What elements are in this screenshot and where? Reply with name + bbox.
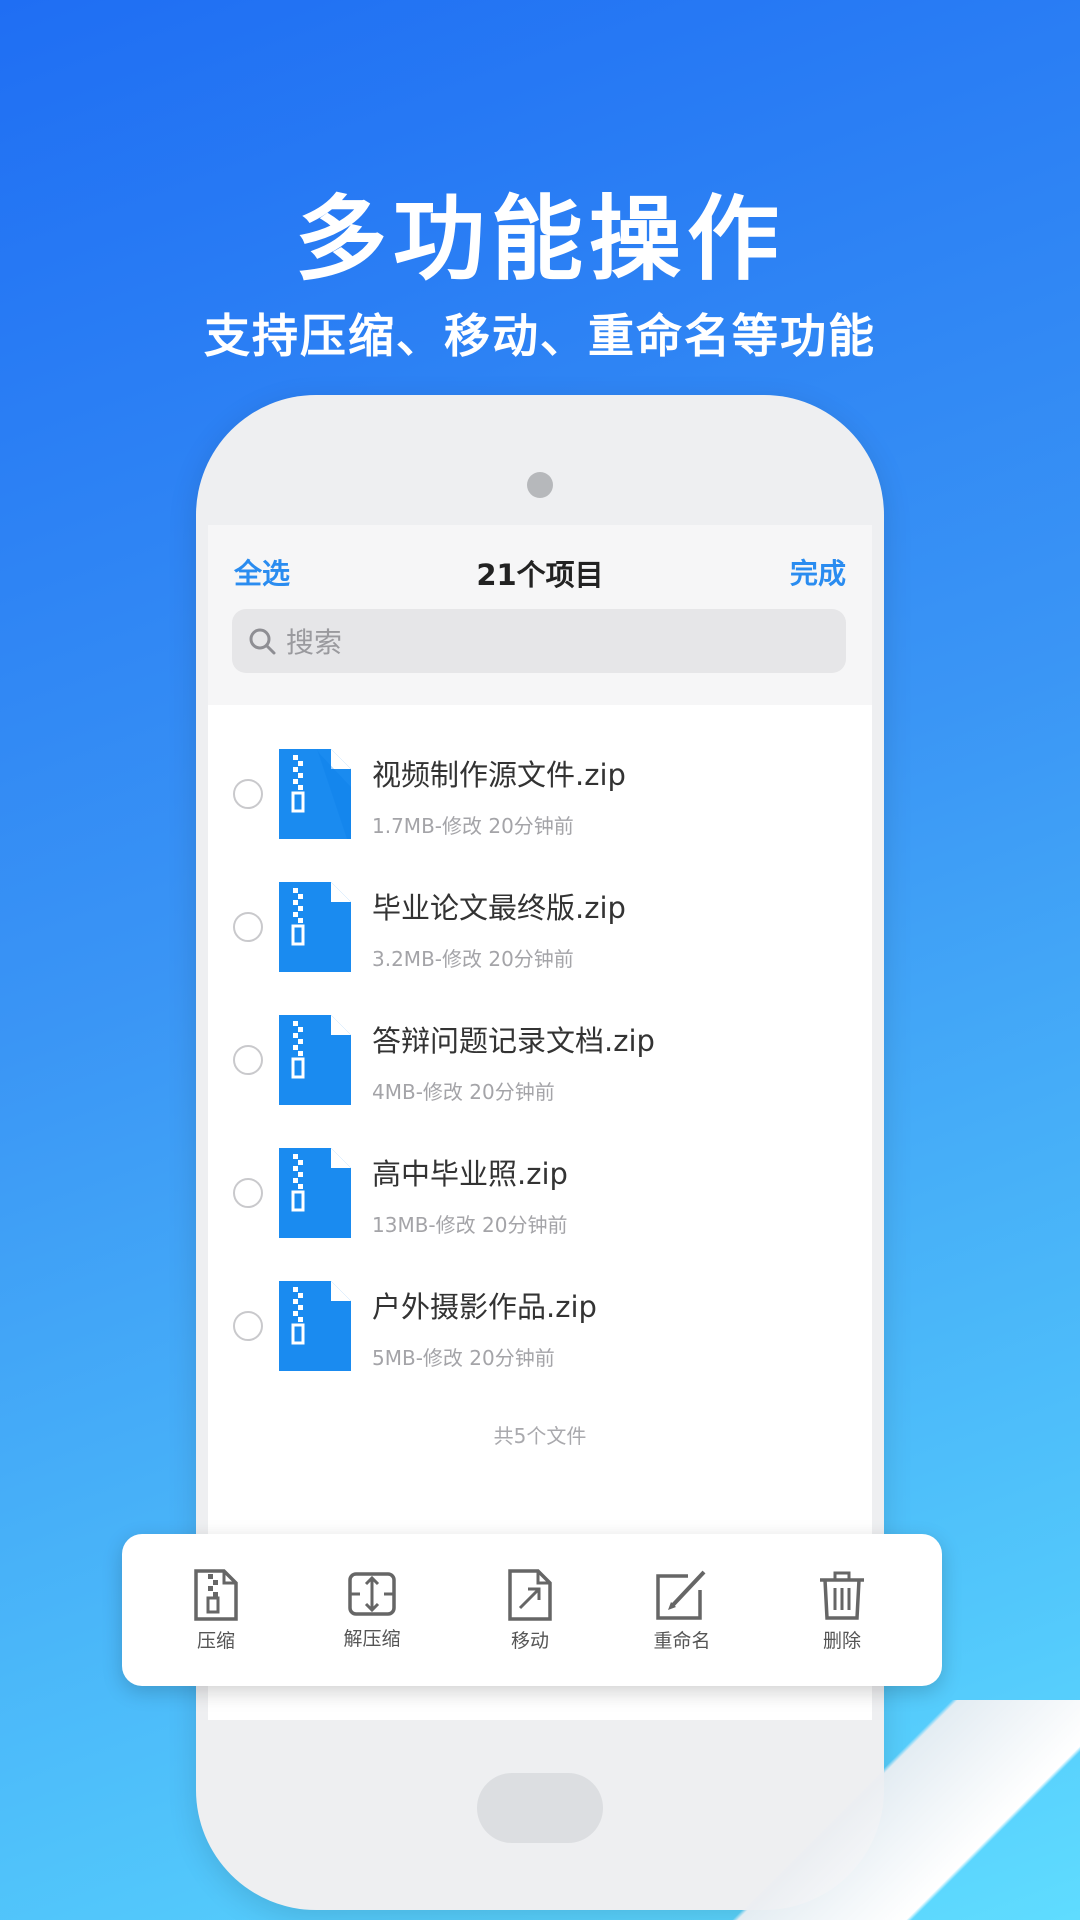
- file-name: 视频制作源文件.zip: [372, 757, 626, 792]
- search-icon: [249, 628, 276, 655]
- file-row[interactable]: 答辩问题记录文档.zip 4MB-修改 20分钟前: [208, 993, 872, 1126]
- nav-title: 21个项目: [476, 558, 604, 592]
- headline: 多功能操作: [294, 186, 785, 293]
- search-input[interactable]: 搜索: [232, 609, 846, 673]
- file-row[interactable]: 高中毕业照.zip 13MB-修改 20分钟前: [208, 1126, 872, 1259]
- zip-file-icon: [279, 1147, 351, 1238]
- file-info: 4MB-修改 20分钟前: [372, 1079, 555, 1104]
- file-name: 毕业论文最终版.zip: [372, 890, 626, 925]
- file-info: 1.7MB-修改 20分钟前: [372, 813, 574, 838]
- zip-file-icon: [279, 748, 351, 839]
- rename-button[interactable]: 重命名: [622, 1568, 742, 1653]
- zip-file-icon: [279, 881, 351, 972]
- nav-bar: 全选 21个项目 完成 搜索: [208, 525, 872, 705]
- decompress-button[interactable]: 解压缩: [312, 1568, 432, 1651]
- phone-camera: [527, 472, 553, 498]
- home-button[interactable]: [477, 1773, 603, 1843]
- subheadline: 支持压缩、移动、重命名等功能: [204, 309, 876, 363]
- trash-icon: [820, 1571, 864, 1620]
- file-name: 户外摄影作品.zip: [372, 1289, 597, 1324]
- compress-icon: [194, 1569, 238, 1621]
- file-row[interactable]: 视频制作源文件.zip 1.7MB-修改 20分钟前: [208, 727, 872, 860]
- file-info: 13MB-修改 20分钟前: [372, 1212, 568, 1237]
- file-info: 5MB-修改 20分钟前: [372, 1345, 555, 1370]
- compress-button[interactable]: 压缩: [156, 1568, 276, 1653]
- delete-label: 删除: [822, 1630, 861, 1652]
- move-button[interactable]: 移动: [470, 1568, 590, 1653]
- file-count-footer: 共5个文件: [493, 1424, 587, 1448]
- decompress-icon: [348, 1572, 396, 1616]
- move-icon: [508, 1569, 552, 1621]
- file-row[interactable]: 户外摄影作品.zip 5MB-修改 20分钟前: [208, 1259, 872, 1392]
- select-radio[interactable]: [233, 778, 263, 809]
- move-label: 移动: [510, 1630, 549, 1652]
- rename-label: 重命名: [653, 1630, 711, 1652]
- page-curl-decoration: [720, 1700, 1080, 1920]
- done-button[interactable]: 完成: [790, 552, 846, 592]
- action-toolbar: 压缩 解压缩 移动 重命名 删除: [122, 1534, 942, 1686]
- compress-label: 压缩: [196, 1630, 235, 1652]
- zip-file-icon: [279, 1014, 351, 1105]
- file-info: 3.2MB-修改 20分钟前: [372, 946, 574, 971]
- decompress-label: 解压缩: [343, 1628, 401, 1650]
- select-radio[interactable]: [233, 1177, 263, 1208]
- rename-icon: [656, 1570, 706, 1620]
- file-list: 视频制作源文件.zip 1.7MB-修改 20分钟前 毕业论文最终版.zip 3…: [208, 705, 872, 1392]
- file-row[interactable]: 毕业论文最终版.zip 3.2MB-修改 20分钟前: [208, 860, 872, 993]
- select-radio[interactable]: [233, 1044, 263, 1075]
- file-name: 答辩问题记录文档.zip: [372, 1023, 655, 1058]
- search-placeholder: 搜索: [286, 626, 343, 659]
- select-radio[interactable]: [233, 1310, 263, 1341]
- select-radio[interactable]: [233, 911, 263, 942]
- file-name: 高中毕业照.zip: [372, 1156, 568, 1191]
- zip-file-icon: [279, 1280, 351, 1371]
- delete-button[interactable]: 删除: [782, 1568, 902, 1653]
